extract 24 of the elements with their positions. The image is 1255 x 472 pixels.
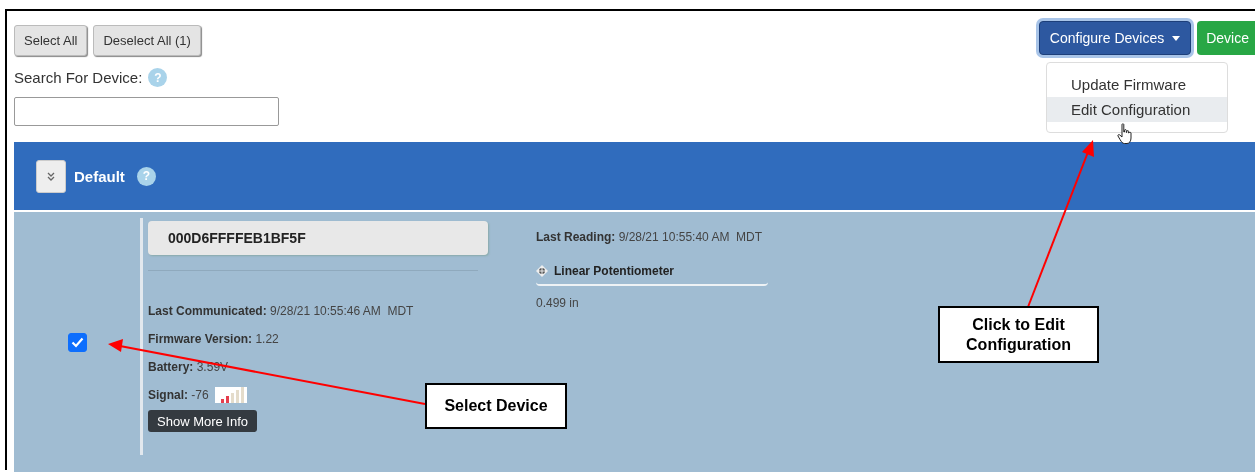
- sensor-icon: [536, 265, 548, 277]
- toolbar-button[interactable]: Deselect All (1): [93, 25, 201, 56]
- device-id: 000D6FFFFEB1BF5F: [148, 221, 488, 255]
- detail-text: Signal: -76: [148, 388, 209, 402]
- toolbar-button[interactable]: Select All: [14, 25, 88, 56]
- callout-label: Click to Edit Configuration: [938, 306, 1099, 363]
- sensor-value: 0.499 in: [536, 296, 580, 310]
- detail-text: Last Communicated: 9/28/21 10:55:46 AM MDT: [148, 304, 414, 318]
- callout-label: Select Device: [425, 383, 567, 429]
- sensor-name: Linear Potentiometer: [554, 264, 675, 278]
- double-chevron-icon: [47, 171, 55, 181]
- signal-icon: [214, 387, 247, 403]
- detail-text: Firmware Version: 1.22: [148, 332, 279, 346]
- show-more-info-button[interactable]: Show More Info: [148, 410, 258, 432]
- configure-devices-button[interactable]: Configure Devices: [1038, 21, 1192, 55]
- group-name: Default: [74, 167, 125, 185]
- search-field[interactable]: [14, 97, 279, 126]
- search-label: Search For Device:: [14, 69, 143, 86]
- last-reading-text: Last Reading: 9/28/21 10:55:40 AM MDT: [536, 230, 764, 244]
- collapse-button[interactable]: [36, 159, 66, 193]
- device-checkbox[interactable]: [67, 332, 87, 352]
- caret-icon: [1172, 35, 1181, 41]
- menu-item[interactable]: Update Firmware: [1047, 72, 1227, 97]
- menu-item[interactable]: Edit Configuration: [1047, 97, 1227, 122]
